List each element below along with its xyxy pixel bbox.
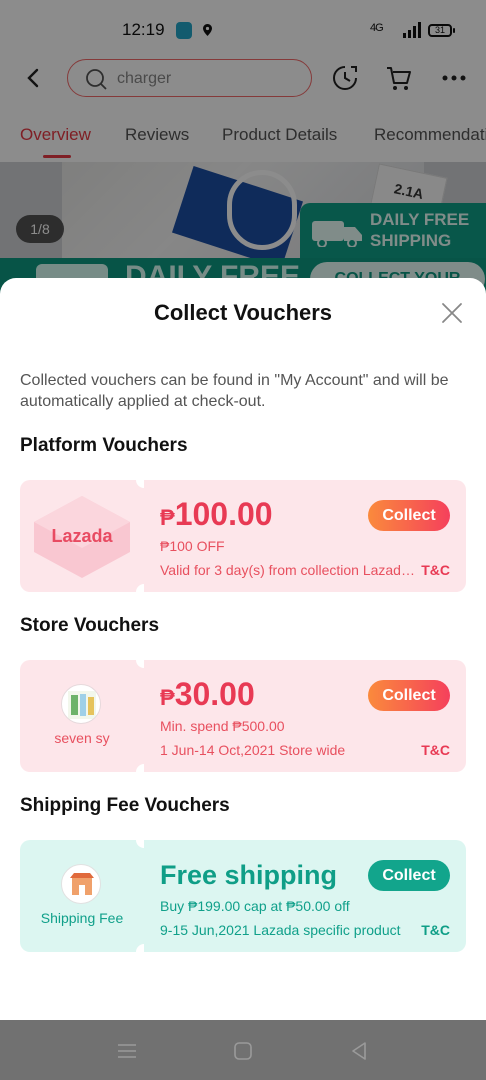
terms-link[interactable]: T&C: [421, 742, 450, 758]
terms-link[interactable]: T&C: [421, 922, 450, 938]
voucher-details: ₱30.00 Min. spend ₱500.00 1 Jun-14 Oct,2…: [144, 660, 466, 772]
lazada-logo-text: Lazada: [51, 526, 113, 546]
store-name: seven sy: [54, 730, 110, 746]
shipping-vouchers-title: Shipping Fee Vouchers: [20, 795, 230, 816]
shop-icon: [61, 864, 101, 904]
voucher-subtitle: Buy ₱199.00 cap at ₱50.00 off: [160, 898, 350, 914]
currency-symbol: ₱: [160, 505, 175, 530]
store-logo-image: [61, 684, 101, 724]
voucher-details: Free shipping Buy ₱199.00 cap at ₱50.00 …: [144, 840, 466, 952]
voucher-subtitle: ₱100 OFF: [160, 538, 225, 554]
currency-symbol: ₱: [160, 685, 175, 710]
store-vouchers-title: Store Vouchers: [20, 615, 160, 636]
collect-button[interactable]: Collect: [368, 860, 450, 891]
voucher-validity: 9-15 Jun,2021 Lazada specific product: [160, 922, 401, 938]
amount-value: 100.00: [174, 496, 273, 532]
amount-value: 30.00: [174, 676, 255, 712]
back-icon[interactable]: [348, 1040, 370, 1062]
voucher-validity: Valid for 3 day(s) from collection Lazad…: [160, 562, 416, 578]
voucher-amount: ₱30.00: [160, 676, 255, 713]
voucher-details: ₱100.00 ₱100 OFF Valid for 3 day(s) from…: [144, 480, 466, 592]
voucher-headline: Free shipping: [160, 860, 338, 890]
voucher-validity: 1 Jun-14 Oct,2021 Store wide: [160, 742, 346, 758]
voucher-amount: ₱100.00: [160, 496, 273, 533]
voucher-logo-area: Lazada: [20, 480, 144, 592]
menu-icon[interactable]: [116, 1040, 138, 1062]
dim-overlay[interactable]: [0, 0, 486, 320]
voucher-subtitle: Min. spend ₱500.00: [160, 718, 285, 734]
platform-vouchers-title: Platform Vouchers: [20, 435, 188, 456]
collect-vouchers-sheet: Collect Vouchers Collected vouchers can …: [0, 278, 486, 1020]
store-voucher-card: seven sy ₱30.00 Min. spend ₱500.00 1 Jun…: [20, 660, 466, 772]
system-nav-bar: [0, 1020, 486, 1080]
home-icon[interactable]: [232, 1040, 254, 1062]
collect-button[interactable]: Collect: [368, 500, 450, 531]
sheet-description: Collected vouchers can be found in "My A…: [20, 372, 449, 410]
terms-link[interactable]: T&C: [421, 562, 450, 578]
shipping-voucher-card: Shipping Fee Free shipping Buy ₱199.00 c…: [20, 840, 466, 952]
shipping-fee-label: Shipping Fee: [40, 910, 124, 926]
voucher-logo-area: Shipping Fee: [20, 840, 144, 952]
platform-voucher-card: Lazada ₱100.00 ₱100 OFF Valid for 3 day(…: [20, 480, 466, 592]
collect-button[interactable]: Collect: [368, 680, 450, 711]
close-icon[interactable]: [440, 301, 464, 325]
voucher-logo-area: seven sy: [20, 660, 144, 772]
sheet-title: Collect Vouchers: [153, 300, 333, 325]
